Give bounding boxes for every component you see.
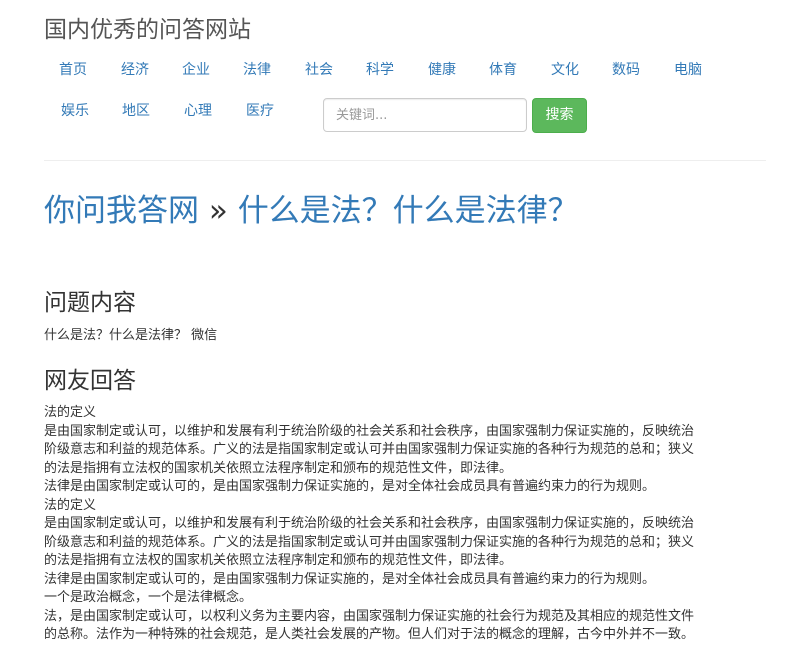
answer-line: 是由国家制定或认可，以维护和发展有利于统治阶级的社会关系和社会秩序，由国家强制力… [44, 516, 695, 531]
nav-item-medical[interactable]: 医疗 [246, 101, 274, 121]
page-title: 你问我答网 » 什么是法？什么是法律？ [44, 190, 579, 232]
nav-item-culture[interactable]: 文化 [551, 60, 579, 80]
answer-line: 阶级意志和利益的规范体系。广义的法是指国家制定或认可并由国家强制力保证实施的各种… [44, 442, 695, 457]
nav-item-digital[interactable]: 数码 [612, 60, 640, 80]
nav-item-health[interactable]: 健康 [428, 60, 456, 80]
answer-line: 一个是政治概念，一个是法律概念。 [44, 590, 253, 605]
nav-item-computer[interactable]: 电脑 [674, 60, 702, 80]
answer-line: 法，是由国家制定或认可，以权利义务为主要内容，由国家强制力保证实施的社会行为规范… [44, 608, 695, 624]
nav-item-economy[interactable]: 经济 [121, 60, 149, 80]
answer-line: 法律是由国家制定或认可的，是由国家强制力保证实施的，是对全体社会成员具有普遍约束… [44, 479, 656, 494]
answers-heading: 网友回答 [44, 368, 136, 394]
breadcrumb-question-title[interactable]: 什么是法？什么是法律？ [238, 193, 579, 229]
nav-item-region[interactable]: 地区 [122, 101, 150, 121]
nav-item-business[interactable]: 企业 [182, 60, 210, 80]
nav-item-science[interactable]: 科学 [366, 60, 394, 80]
nav-item-law[interactable]: 法律 [243, 60, 271, 80]
answer-line: 是由国家制定或认可，以维护和发展有利于统治阶级的社会关系和社会秩序，由国家强制力… [44, 423, 695, 439]
answer-line: 法的定义 [44, 405, 97, 420]
question-heading: 问题内容 [44, 290, 136, 316]
nav-item-society[interactable]: 社会 [305, 60, 333, 80]
site-title[interactable]: 国内优秀的问答网站 [44, 15, 251, 45]
answer-line: 的法是指拥有立法权的国家机关依照立法程序制定和颁布的规范性文件，即法律。 [44, 460, 513, 476]
breadcrumb-site-link[interactable]: 你问我答网 [44, 193, 199, 229]
search-button[interactable]: 搜索 [532, 98, 587, 133]
answer-line: 的总称。法作为一种特殊的社会规范，是人类社会发展的产物。但人们对于法的概念的理解… [44, 627, 695, 642]
nav-item-sports[interactable]: 体育 [489, 60, 517, 80]
header-divider [44, 160, 766, 161]
nav-item-entertainment[interactable]: 娱乐 [61, 101, 89, 121]
answer-line: 法的定义 [44, 497, 97, 513]
nav-item-psychology[interactable]: 心理 [184, 101, 212, 121]
answer-line: 的法是指拥有立法权的国家机关依照立法程序制定和颁布的规范性文件，即法律。 [44, 553, 513, 568]
answer-line: 法律是由国家制定或认可的，是由国家强制力保证实施的，是对全体社会成员具有普遍约束… [44, 571, 656, 587]
search-input[interactable] [323, 98, 527, 132]
nav-item-home[interactable]: 首页 [59, 60, 87, 80]
answers-body: 法的定义 是由国家制定或认可，以维护和发展有利于统治阶级的社会关系和社会秩序，由… [44, 404, 766, 645]
question-body: 什么是法？什么是法律？ 微信 [44, 328, 218, 343]
breadcrumb-separator: » [208, 193, 228, 229]
answer-line: 阶级意志和利益的规范体系。广义的法是指国家制定或认可并由国家强制力保证实施的各种… [44, 534, 695, 550]
